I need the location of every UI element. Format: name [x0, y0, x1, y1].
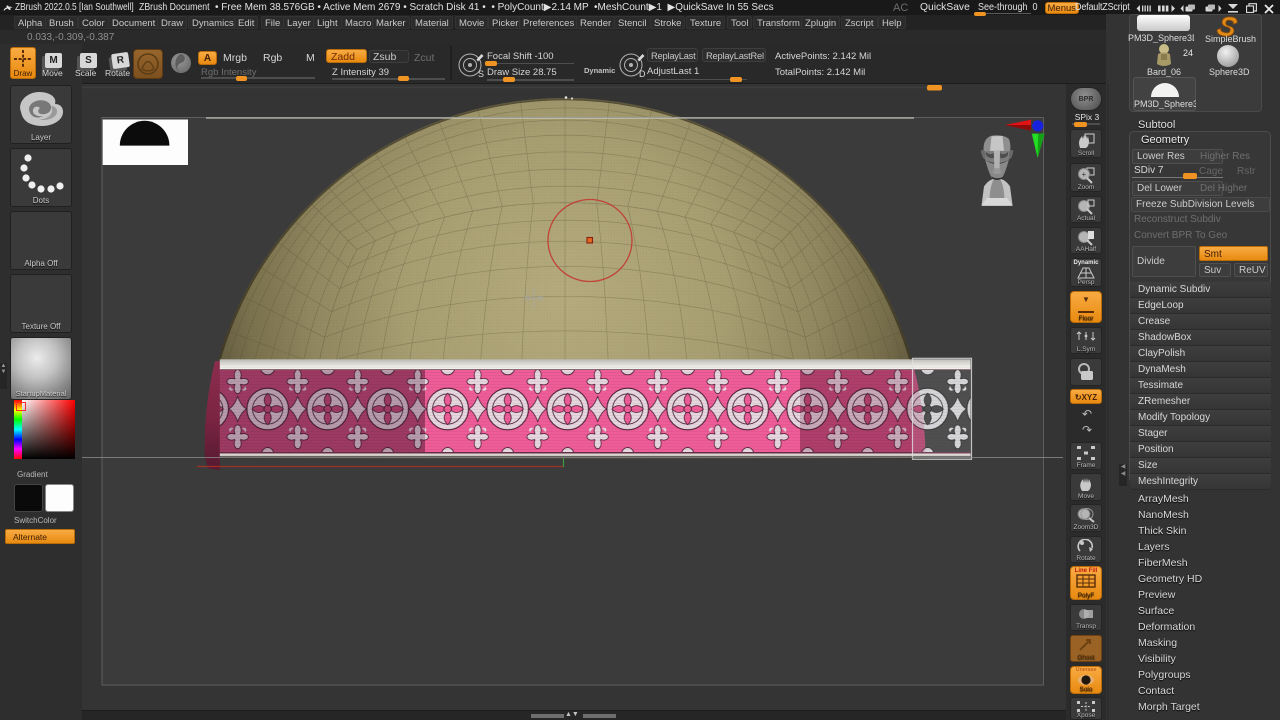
svg-text:S: S — [478, 69, 484, 79]
svg-text:+: + — [1082, 170, 1087, 179]
svg-text:D: D — [639, 69, 646, 79]
